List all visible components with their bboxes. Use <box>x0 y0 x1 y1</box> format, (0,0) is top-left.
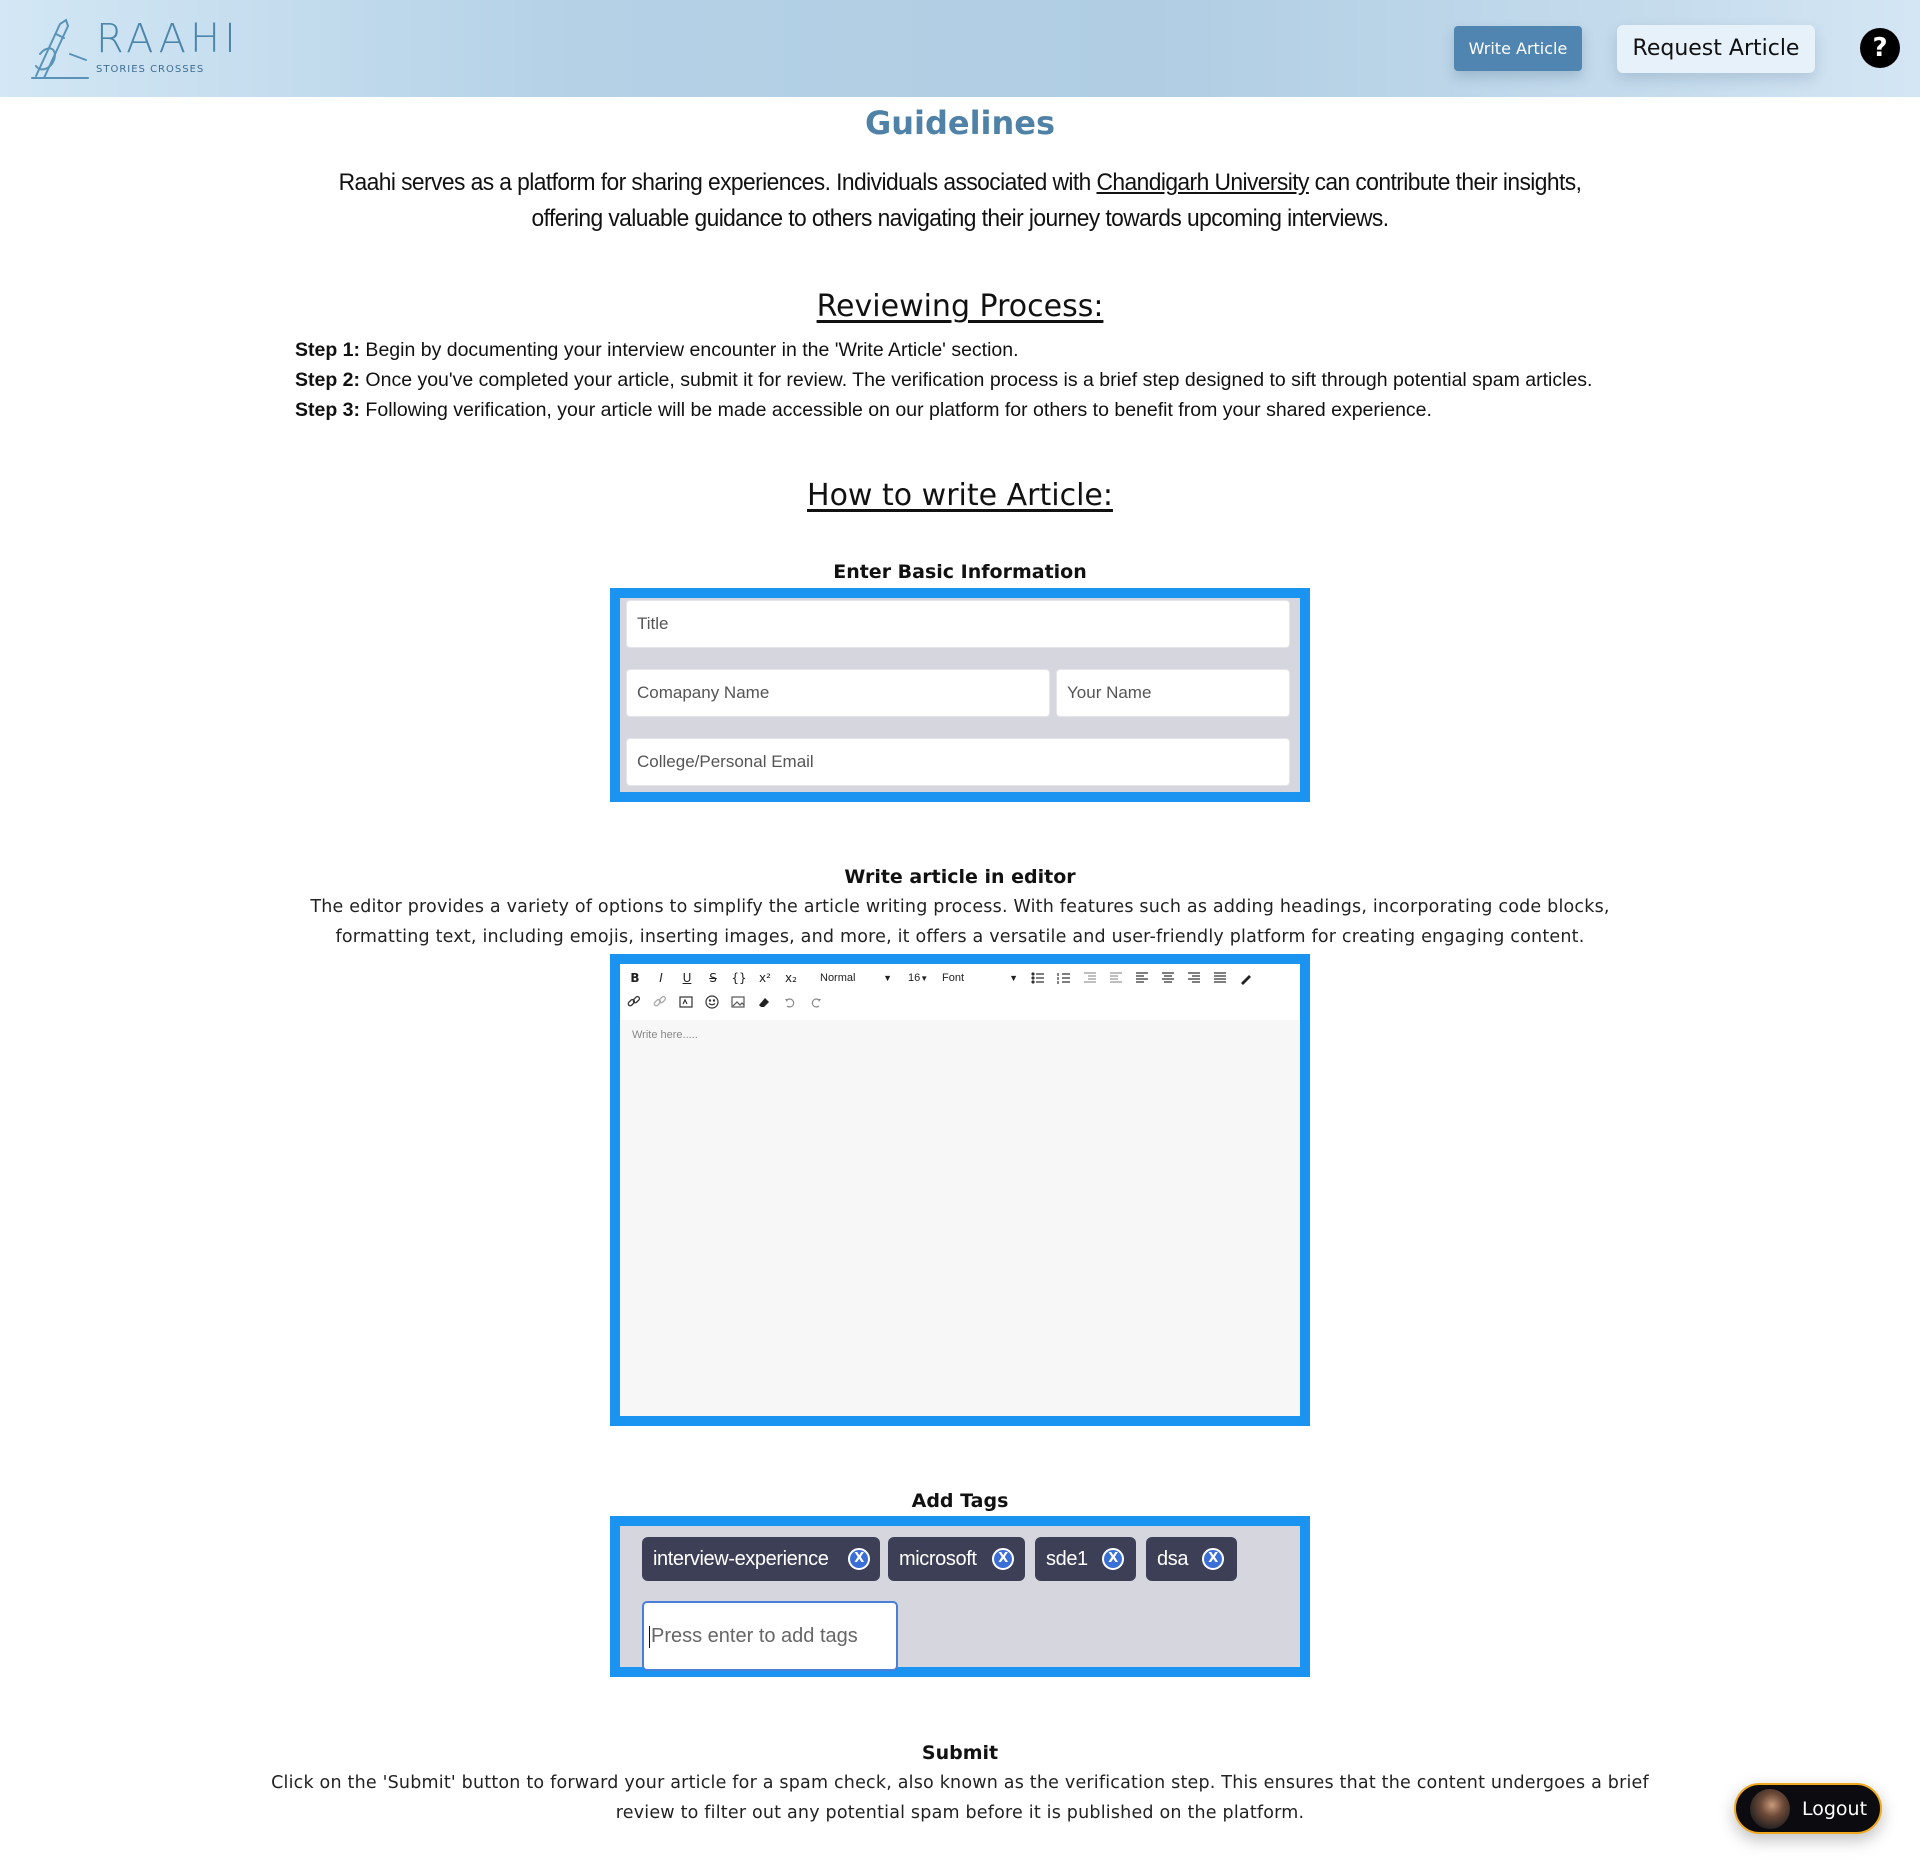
tag-label: microsoft <box>899 1548 977 1570</box>
superscript-icon[interactable]: x² <box>756 969 774 987</box>
strikethrough-icon[interactable]: S <box>704 969 722 987</box>
tag-label: interview-experience <box>653 1548 829 1570</box>
eraser-icon[interactable] <box>756 994 772 1010</box>
tag-input-placeholder: Press enter to add tags <box>651 1625 858 1647</box>
navbar: RAAHI STORIES CROSSES Write Article Requ… <box>0 0 1920 97</box>
image-icon[interactable] <box>730 994 746 1010</box>
tags-heading: Add Tags <box>911 1490 1009 1512</box>
tag-label: dsa <box>1157 1548 1189 1570</box>
tag-chip: dsa X <box>1146 1537 1237 1581</box>
emoji-icon[interactable] <box>704 994 720 1010</box>
editor-description: The editor provides a variety of options… <box>310 897 1610 947</box>
step-text: Begin by documenting your interview enco… <box>360 339 1019 361</box>
remove-tag-icon[interactable]: X <box>848 1548 870 1570</box>
step-label: Step 3: <box>295 399 361 421</box>
editor-toolbar: B I U S {} x² x₂ Normal ▼ 16▼ Font ▼ <box>620 964 1300 1020</box>
brand-name: RAAHI <box>96 16 240 62</box>
your-name-input[interactable]: Your Name <box>1056 669 1290 717</box>
subscript-icon[interactable]: x₂ <box>782 969 800 987</box>
step-text: Following verification, your article wil… <box>360 399 1432 421</box>
unordered-list-icon[interactable] <box>1030 970 1046 986</box>
brand-logo[interactable]: RAAHI STORIES CROSSES <box>30 14 236 84</box>
company-name-input[interactable]: Comapany Name <box>626 669 1050 717</box>
tag-chip: microsoft X <box>888 1537 1025 1581</box>
brand-tagline: STORIES CROSSES <box>96 64 205 75</box>
italic-icon[interactable]: I <box>652 969 670 987</box>
text-caret <box>649 1625 650 1648</box>
tags-box: interview-experience X microsoft X sde1 … <box>610 1516 1310 1677</box>
pen-hand-icon <box>31 18 89 79</box>
title-input[interactable]: Title <box>626 600 1290 648</box>
chevron-down-icon: ▼ <box>883 973 892 983</box>
step-label: Step 2: <box>295 369 361 391</box>
align-left-icon[interactable] <box>1134 970 1150 986</box>
logout-button[interactable]: Logout <box>1734 1783 1882 1834</box>
ordered-list-icon[interactable] <box>1056 970 1072 986</box>
block-type-dropdown[interactable]: Normal ▼ <box>820 969 892 987</box>
undo-icon[interactable] <box>782 994 798 1010</box>
block-type-value: Normal <box>820 972 856 984</box>
unlink-icon[interactable] <box>652 994 668 1010</box>
logout-label: Logout <box>1802 1798 1868 1820</box>
embed-icon[interactable] <box>678 994 694 1010</box>
university-link[interactable]: Chandigarh University <box>1096 169 1309 196</box>
reviewing-process-heading: Reviewing Process: <box>816 289 1104 324</box>
step-text: Once you've completed your article, subm… <box>360 369 1593 391</box>
font-family-value: Font <box>942 972 965 984</box>
tag-chip: interview-experience X <box>642 1537 880 1581</box>
intro-paragraph: Raahi serves as a platform for sharing e… <box>305 165 1616 237</box>
editor-content-area[interactable]: Write here..... <box>632 1029 698 1041</box>
step-item: Step 2: Once you've completed your artic… <box>295 365 1592 395</box>
align-right-icon[interactable] <box>1186 970 1202 986</box>
tag-label: sde1 <box>1046 1548 1088 1570</box>
code-block-icon[interactable]: {} <box>730 969 748 987</box>
align-center-icon[interactable] <box>1160 970 1176 986</box>
how-to-write-heading: How to write Article: <box>807 478 1113 513</box>
font-family-dropdown[interactable]: Font ▼ <box>942 969 1018 987</box>
remove-tag-icon[interactable]: X <box>1102 1548 1124 1570</box>
help-icon[interactable]: ? <box>1860 28 1900 68</box>
basic-info-form: Title Comapany Name Your Name College/Pe… <box>610 588 1310 802</box>
bold-icon[interactable]: B <box>626 969 644 987</box>
write-article-button[interactable]: Write Article <box>1454 26 1582 71</box>
step-label: Step 1: <box>295 339 361 361</box>
redo-icon[interactable] <box>808 994 824 1010</box>
font-size-value: 16 <box>908 972 921 984</box>
basic-info-heading: Enter Basic Information <box>833 561 1087 583</box>
submit-heading: Submit <box>921 1742 999 1764</box>
step-item: Step 3: Following verification, your art… <box>295 395 1592 425</box>
color-picker-icon[interactable] <box>1238 970 1254 986</box>
rich-text-editor: B I U S {} x² x₂ Normal ▼ 16▼ Font ▼ Write… <box>610 954 1310 1426</box>
step-item: Step 1: Begin by documenting your interv… <box>295 335 1592 365</box>
underline-icon[interactable]: U <box>678 969 696 987</box>
intro-text-start: Raahi serves as a platform for sharing e… <box>338 169 1097 196</box>
chevron-down-icon: ▼ <box>1009 973 1018 983</box>
steps-list: Step 1: Begin by documenting your interv… <box>295 335 1592 425</box>
outdent-icon[interactable] <box>1108 970 1124 986</box>
remove-tag-icon[interactable]: X <box>992 1548 1014 1570</box>
page-title: Guidelines <box>864 104 1056 142</box>
link-icon[interactable] <box>626 994 642 1010</box>
submit-description: Click on the 'Submit' button to forward … <box>271 1773 1649 1823</box>
indent-icon[interactable] <box>1082 970 1098 986</box>
request-article-button[interactable]: Request Article <box>1617 25 1815 73</box>
avatar <box>1750 1789 1790 1829</box>
tag-chip: sde1 X <box>1035 1537 1136 1581</box>
tag-input[interactable]: Press enter to add tags <box>642 1601 898 1671</box>
align-justify-icon[interactable] <box>1212 970 1228 986</box>
chevron-down-icon: ▼ <box>920 974 929 983</box>
remove-tag-icon[interactable]: X <box>1202 1548 1224 1570</box>
editor-heading: Write article in editor <box>844 866 1076 888</box>
font-size-dropdown[interactable]: 16▼ <box>908 969 934 988</box>
email-input[interactable]: College/Personal Email <box>626 738 1290 786</box>
